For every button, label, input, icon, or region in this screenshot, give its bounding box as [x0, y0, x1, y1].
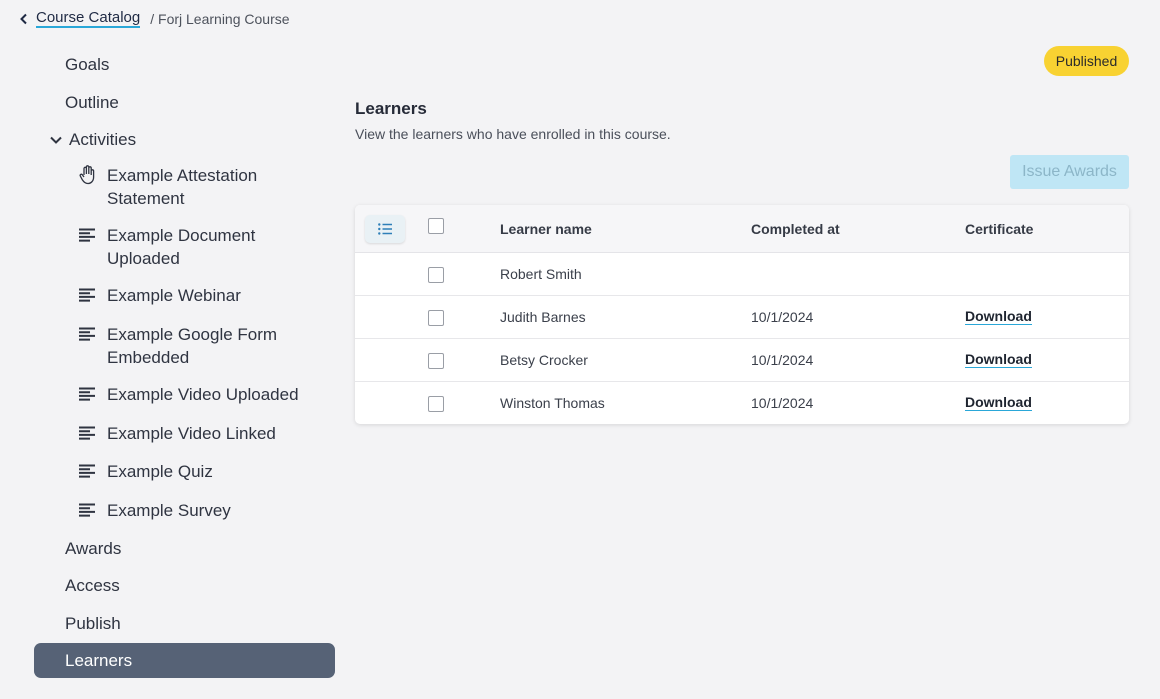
activity-item-video-linked[interactable]: Example Video Linked	[78, 422, 308, 445]
sidebar-item-label: Access	[65, 576, 120, 595]
issue-awards-button[interactable]: Issue Awards	[1010, 155, 1129, 189]
download-certificate-link[interactable]: Download	[965, 309, 1032, 325]
sidebar-item-label: Awards	[65, 539, 122, 558]
activity-item-label: Example Video Linked	[107, 424, 276, 443]
completed-at: 10/1/2024	[751, 352, 814, 368]
activity-item-label: Example Google Form Embedded	[107, 325, 278, 367]
sidebar-item-label: Learners	[65, 650, 133, 670]
sidebar-item-label: Activities	[69, 130, 137, 149]
learner-name: Betsy Crocker	[500, 352, 588, 368]
text-lines-icon	[78, 384, 96, 404]
table-row: Betsy Crocker 10/1/2024 Download	[355, 339, 1129, 382]
activity-item-label: Example Video Uploaded	[107, 385, 299, 404]
sidebar-item-label: Outline	[65, 93, 119, 112]
completed-at: 10/1/2024	[751, 309, 814, 325]
page-title: Learners	[355, 99, 427, 118]
table-row: Judith Barnes 10/1/2024 Download	[355, 296, 1129, 339]
table-row: Winston Thomas 10/1/2024 Download	[355, 382, 1129, 424]
chevron-left-icon	[20, 13, 27, 25]
activity-item-webinar[interactable]: Example Webinar	[78, 284, 308, 307]
column-toggle-button[interactable]	[365, 215, 405, 243]
learner-name: Robert Smith	[500, 266, 582, 282]
text-lines-icon	[78, 500, 96, 520]
table-header: Learner name Completed at Certificate	[355, 205, 1129, 253]
column-header-certificate[interactable]: Certificate	[965, 221, 1033, 237]
activity-item-attestation[interactable]: Example Attestation Statement	[78, 164, 308, 210]
activity-item-google-form[interactable]: Example Google Form Embedded	[78, 323, 308, 369]
download-certificate-link[interactable]: Download	[965, 395, 1032, 411]
breadcrumb-back-link[interactable]: Course Catalog	[18, 10, 141, 28]
sidebar-item-activities[interactable]: Activities	[49, 130, 136, 150]
row-checkbox[interactable]	[428, 267, 444, 283]
text-lines-icon	[78, 285, 96, 305]
breadcrumb-current: / Forj Learning Course	[150, 11, 290, 27]
sidebar-item-learners[interactable]: Learners	[34, 643, 335, 678]
download-certificate-link[interactable]: Download	[965, 352, 1032, 368]
activity-item-label: Example Quiz	[107, 462, 213, 481]
activity-item-label: Example Webinar	[107, 286, 241, 305]
list-icon	[378, 223, 392, 235]
activity-item-label: Example Survey	[107, 501, 231, 520]
text-lines-icon	[78, 225, 96, 245]
text-lines-icon	[78, 423, 96, 443]
sidebar-item-label: Publish	[65, 614, 121, 633]
hand-icon	[78, 165, 96, 185]
row-checkbox[interactable]	[428, 396, 444, 412]
activity-item-label: Example Attestation Statement	[107, 166, 258, 208]
activity-item-document[interactable]: Example Document Uploaded	[78, 224, 308, 270]
activity-item-label: Example Document Uploaded	[107, 226, 256, 268]
activity-item-video-uploaded[interactable]: Example Video Uploaded	[78, 383, 308, 406]
chevron-down-icon	[50, 136, 62, 144]
sidebar-item-label: Goals	[65, 55, 110, 74]
column-header-completed[interactable]: Completed at	[751, 221, 840, 237]
text-lines-icon	[78, 461, 96, 481]
status-badge: Published	[1044, 46, 1129, 76]
learner-name: Judith Barnes	[500, 309, 586, 325]
page-subtitle: View the learners who have enrolled in t…	[355, 126, 671, 142]
row-checkbox[interactable]	[428, 310, 444, 326]
activity-item-survey[interactable]: Example Survey	[78, 499, 308, 522]
learner-name: Winston Thomas	[500, 395, 605, 411]
text-lines-icon	[78, 324, 96, 344]
activity-item-quiz[interactable]: Example Quiz	[78, 460, 308, 483]
row-checkbox[interactable]	[428, 353, 444, 369]
learners-table: Learner name Completed at Certificate Ro…	[355, 205, 1129, 424]
column-header-name[interactable]: Learner name	[500, 221, 592, 237]
completed-at: 10/1/2024	[751, 395, 814, 411]
table-row: Robert Smith	[355, 253, 1129, 296]
select-all-checkbox[interactable]	[428, 218, 444, 234]
breadcrumb: Course Catalog / Forj Learning Course	[18, 9, 290, 29]
breadcrumb-course-catalog[interactable]: Course Catalog	[36, 10, 141, 28]
